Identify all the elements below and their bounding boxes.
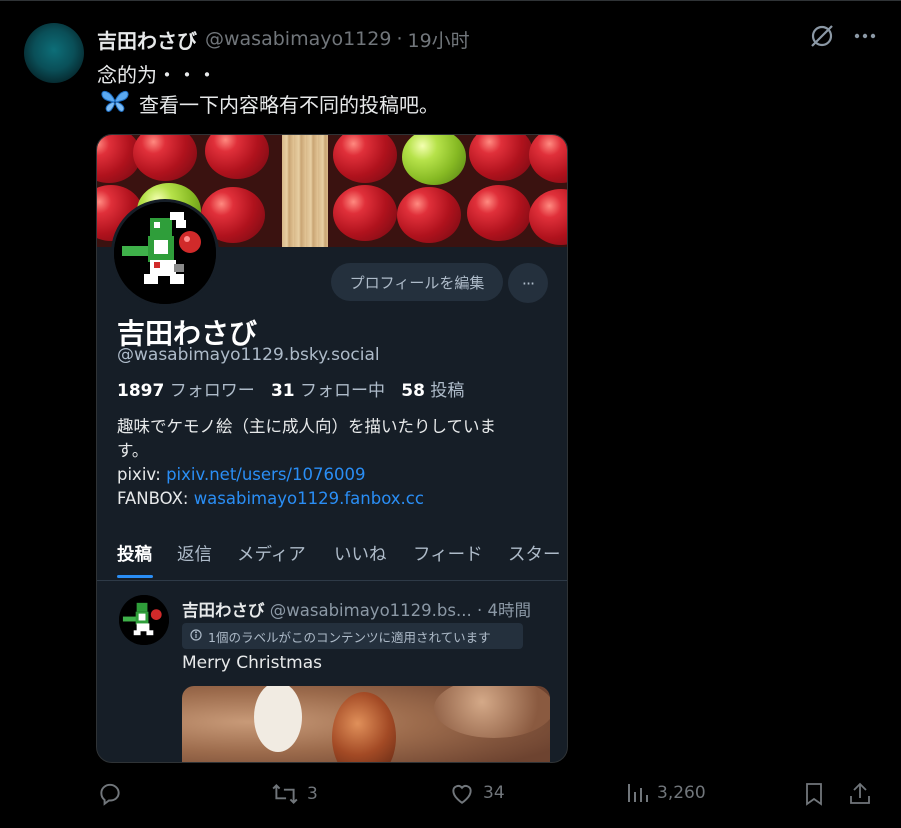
repost-button[interactable]: 3 — [271, 781, 318, 807]
share-button[interactable] — [848, 781, 872, 807]
post-image[interactable] — [182, 686, 550, 762]
info-icon — [190, 628, 202, 644]
tab-feeds[interactable]: フィード — [413, 541, 483, 566]
like-count: 34 — [483, 783, 505, 803]
edit-profile-button[interactable]: プロフィールを編集 — [331, 263, 503, 301]
tab-media[interactable]: メディア — [237, 541, 306, 566]
tweet-header: 吉田わさび @wasabimayo1129 · 19小时 — [97, 25, 470, 53]
profile-tabs: 投稿 返信 メディア いいね フィード スター — [97, 537, 567, 581]
post-author-handle[interactable]: @wasabimayo1129.bs... — [270, 601, 472, 620]
post-avatar[interactable] — [119, 595, 169, 645]
followers-count[interactable]: 1897 — [117, 381, 164, 401]
heart-icon — [449, 781, 475, 805]
view-count: 3,260 — [657, 783, 706, 803]
profile-avatar[interactable] — [111, 199, 219, 307]
following-count[interactable]: 31 — [271, 381, 295, 401]
post-time: · 4時間 — [476, 601, 531, 620]
posts-count: 58 — [401, 381, 425, 401]
tab-replies[interactable]: 返信 — [177, 541, 212, 566]
more-dots-icon: ··· — [521, 273, 535, 293]
author-handle[interactable]: @wasabimayo1129 — [205, 28, 391, 50]
tweet[interactable]: 吉田わさび @wasabimayo1129 · 19小时 念的为・・・ 查看一下… — [0, 0, 901, 828]
grok-icon[interactable] — [809, 23, 835, 49]
fanbox-label: FANBOX: — [117, 489, 194, 508]
repost-icon — [271, 781, 299, 807]
profile-more-button[interactable]: ··· — [508, 263, 548, 303]
separator-dot: · — [396, 28, 403, 50]
embedded-screenshot-card[interactable]: プロフィールを編集 ··· 吉田わさび @wasabimayo1129.bsky… — [96, 134, 568, 763]
tab-posts[interactable]: 投稿 — [117, 541, 152, 566]
bio-line1: 趣味でケモノ絵（主に成人向）を描いたりしていま — [117, 417, 497, 436]
post-text: Merry Christmas — [182, 653, 322, 673]
tweet-text-line2-wrap: 查看一下内容略有不同的投稿吧。 — [100, 88, 439, 119]
tweet-text-line1: 念的为・・・ — [97, 63, 217, 87]
more-options-icon[interactable] — [853, 24, 877, 48]
pixiv-link[interactable]: pixiv.net/users/1076009 — [166, 465, 365, 484]
bookmark-button[interactable] — [802, 781, 826, 807]
content-label-chip[interactable]: 1個のラベルがこのコンテンツに適用されています — [182, 623, 523, 649]
tweet-time[interactable]: 19小时 — [407, 26, 469, 53]
tweet-actions: 3 34 3,260 — [97, 781, 877, 813]
content-label-text: 1個のラベルがこのコンテンツに適用されています — [208, 629, 491, 645]
analytics-icon — [625, 781, 649, 805]
profile-bio: 趣味でケモノ絵（主に成人向）を描いたりしていま す。 pixiv: pixiv.… — [117, 415, 547, 511]
post-author-name[interactable]: 吉田わさび — [182, 601, 265, 620]
repost-count: 3 — [307, 784, 318, 804]
posts-label: 投稿 — [430, 381, 465, 401]
tweet-text-line2: 查看一下内容略有不同的投稿吧。 — [139, 93, 439, 117]
tab-starter[interactable]: スター — [508, 541, 561, 566]
profile-stats: 1897 フォロワー 31 フォロー中 58 投稿 — [117, 376, 464, 401]
author-avatar[interactable] — [24, 23, 84, 83]
views-button[interactable]: 3,260 — [625, 781, 706, 805]
bookmark-icon — [802, 781, 826, 807]
reply-icon — [97, 781, 123, 807]
post-header: 吉田わさび @wasabimayo1129.bs... · 4時間 — [182, 597, 531, 621]
profile-handle: @wasabimayo1129.bsky.social — [117, 345, 380, 365]
share-icon — [848, 781, 872, 807]
reply-button[interactable] — [97, 781, 131, 807]
tab-likes[interactable]: いいね — [334, 541, 387, 566]
followers-label[interactable]: フォロワー — [170, 381, 255, 401]
author-name[interactable]: 吉田わさび — [97, 25, 197, 54]
pixiv-label: pixiv: — [117, 465, 167, 484]
fanbox-link[interactable]: wasabimayo1129.fanbox.cc — [194, 489, 424, 508]
active-tab-indicator — [117, 575, 153, 578]
top-right-icons — [809, 23, 877, 49]
bio-line2: す。 — [117, 441, 149, 460]
like-button[interactable]: 34 — [449, 781, 505, 805]
butterfly-icon — [100, 88, 130, 119]
following-label[interactable]: フォロー中 — [300, 381, 385, 401]
